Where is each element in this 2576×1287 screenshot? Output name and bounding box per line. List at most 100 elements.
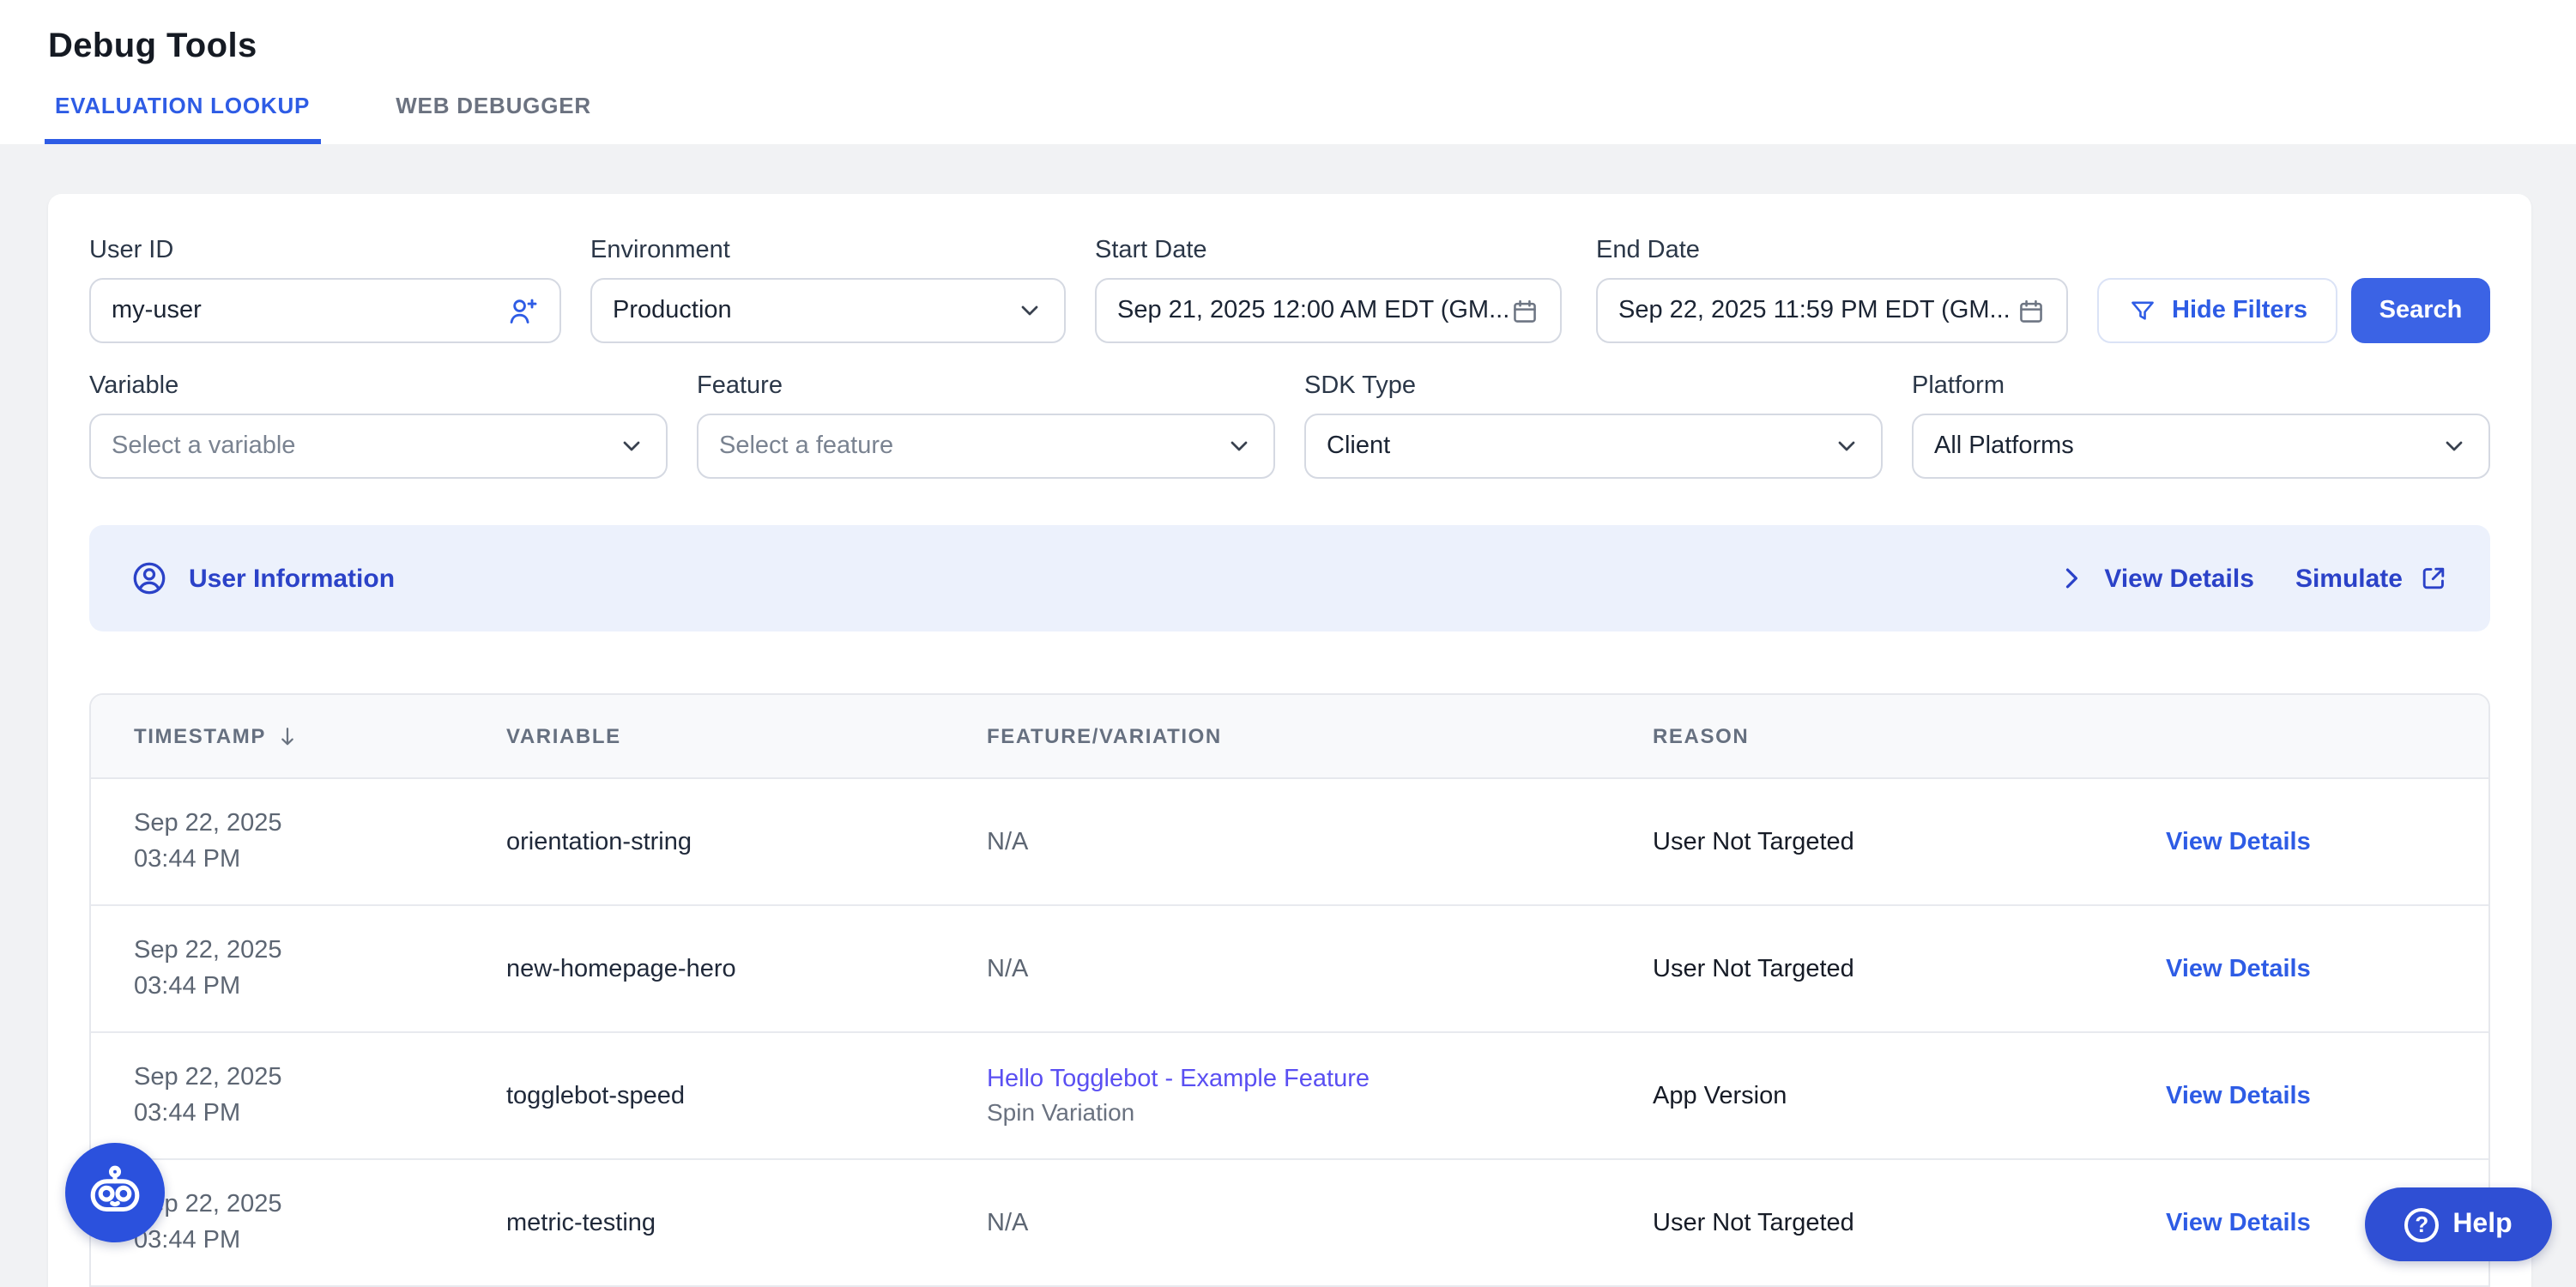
user-information-header: User Information <box>130 559 395 597</box>
feature-label: Feature <box>697 372 1275 400</box>
start-date-input[interactable]: Sep 21, 2025 12:00 AM EDT (GM... <box>1095 278 1562 343</box>
start-date-label: Start Date <box>1095 237 1562 264</box>
user-information-actions: View Details Simulate <box>2056 563 2449 594</box>
sort-desc-icon <box>275 723 300 749</box>
help-button[interactable]: ? Help <box>2365 1187 2552 1261</box>
reason-cell: User Not Targeted <box>1653 955 2166 982</box>
variable-placeholder: Select a variable <box>112 432 618 460</box>
simulate-label: Simulate <box>2295 564 2403 593</box>
variable-cell: metric-testing <box>506 1209 987 1236</box>
sdk-type-value: Client <box>1327 432 1833 460</box>
banner-view-details-link[interactable]: View Details <box>2104 564 2254 593</box>
row-view-details-link[interactable]: View Details <box>2166 828 2488 855</box>
end-date-label: End Date <box>1596 237 2068 264</box>
table-row: Sep 22, 2025 03:44 PM togglebot-speed He… <box>91 1033 2488 1160</box>
feature-cell: N/A <box>987 828 1653 855</box>
environment-label: Environment <box>590 237 1066 264</box>
reason-cell: App Version <box>1653 1082 2166 1109</box>
end-date-input[interactable]: Sep 22, 2025 11:59 PM EDT (GM... <box>1596 278 2068 343</box>
platform-field: Platform All Platforms <box>1912 372 2490 479</box>
filters-row-1: User ID Environment Production <box>89 237 2490 343</box>
user-information-banner: User Information View Details Simulate <box>89 525 2490 631</box>
tab-web-debugger[interactable]: WEB DEBUGGER <box>385 93 602 144</box>
feature-placeholder: Select a feature <box>719 432 1225 460</box>
variable-cell: togglebot-speed <box>506 1082 987 1109</box>
environment-field: Environment Production <box>590 237 1066 343</box>
platform-select[interactable]: All Platforms <box>1912 414 2490 479</box>
user-id-label: User ID <box>89 237 561 264</box>
user-id-input-wrap <box>89 278 561 343</box>
platform-value: All Platforms <box>1934 432 2440 460</box>
chevron-down-icon <box>1016 297 1043 324</box>
tab-bar: EVALUATION LOOKUP WEB DEBUGGER <box>45 93 602 144</box>
end-date-field: End Date Sep 22, 2025 11:59 PM EDT (GM..… <box>1596 237 2068 343</box>
help-label: Help <box>2452 1209 2512 1240</box>
hide-filters-label: Hide Filters <box>2172 297 2307 324</box>
chevron-right-icon[interactable] <box>2056 563 2087 594</box>
variation-label: Spin Variation <box>987 1098 1636 1126</box>
variable-cell: orientation-string <box>506 828 987 855</box>
calendar-icon[interactable] <box>2017 296 2046 325</box>
user-id-input[interactable] <box>112 297 506 324</box>
user-id-field: User ID <box>89 237 561 343</box>
feature-select[interactable]: Select a feature <box>697 414 1275 479</box>
environment-value: Production <box>613 297 1016 324</box>
feature-cell: Hello Togglebot - Example Feature Spin V… <box>987 1066 1653 1126</box>
filters-row-2: Variable Select a variable Feature Selec… <box>89 372 2490 479</box>
variable-cell: new-homepage-hero <box>506 955 987 982</box>
variable-field: Variable Select a variable <box>89 372 668 479</box>
tab-evaluation-lookup[interactable]: EVALUATION LOOKUP <box>45 93 320 144</box>
add-user-icon[interactable] <box>506 294 539 327</box>
timestamp-cell: Sep 22, 2025 03:44 PM <box>91 1060 506 1132</box>
chevron-down-icon <box>1225 432 1253 460</box>
column-header-reason[interactable]: REASON <box>1653 724 2166 748</box>
sdk-type-field: SDK Type Client <box>1304 372 1883 479</box>
sdk-type-select[interactable]: Client <box>1304 414 1883 479</box>
user-circle-icon <box>130 559 168 597</box>
evaluations-table: TIMESTAMP VARIABLE FEATURE/VARIATION REA… <box>89 693 2490 1287</box>
feature-cell: N/A <box>987 955 1653 982</box>
variable-label: Variable <box>89 372 668 400</box>
chevron-down-icon <box>618 432 645 460</box>
column-header-variable[interactable]: VARIABLE <box>506 724 987 748</box>
chevron-down-icon <box>2440 432 2468 460</box>
chevron-down-icon <box>1833 432 1860 460</box>
page-title: Debug Tools <box>48 27 257 67</box>
filter-funnel-icon <box>2127 296 2156 325</box>
table-row: Sep 22, 2025 03:44 PM new-homepage-hero … <box>91 906 2488 1033</box>
reason-cell: User Not Targeted <box>1653 828 2166 855</box>
start-date-value: Sep 21, 2025 12:00 AM EDT (GM... <box>1117 297 1510 324</box>
user-information-title: User Information <box>189 564 395 593</box>
variable-select[interactable]: Select a variable <box>89 414 668 479</box>
debug-tools-page: Debug Tools EVALUATION LOOKUP WEB DEBUGG… <box>0 0 2576 1287</box>
row-view-details-link[interactable]: View Details <box>2166 1082 2488 1109</box>
simulate-link[interactable]: Simulate <box>2295 563 2449 594</box>
column-header-feature-variation[interactable]: FEATURE/VARIATION <box>987 724 1653 748</box>
sdk-type-label: SDK Type <box>1304 372 1883 400</box>
evaluation-lookup-panel: User ID Environment Production <box>48 194 2531 1287</box>
feature-link[interactable]: Hello Togglebot - Example Feature <box>987 1066 1636 1093</box>
togglebot-robot-icon <box>84 1162 146 1224</box>
external-link-icon <box>2418 563 2449 594</box>
feature-field: Feature Select a feature <box>697 372 1275 479</box>
table-header-row: TIMESTAMP VARIABLE FEATURE/VARIATION REA… <box>91 695 2488 779</box>
table-row: Sep 22, 2025 03:44 PM orientation-string… <box>91 779 2488 906</box>
column-header-timestamp[interactable]: TIMESTAMP <box>91 723 506 749</box>
togglebot-assistant-button[interactable] <box>65 1143 165 1242</box>
top-bar: Debug Tools EVALUATION LOOKUP WEB DEBUGG… <box>0 0 2576 144</box>
start-date-field: Start Date Sep 21, 2025 12:00 AM EDT (GM… <box>1095 237 1562 343</box>
reason-cell: User Not Targeted <box>1653 1209 2166 1236</box>
timestamp-cell: Sep 22, 2025 03:44 PM <box>91 806 506 878</box>
table-row: Sep 22, 2025 03:44 PM metric-testing N/A… <box>91 1160 2488 1287</box>
environment-select[interactable]: Production <box>590 278 1066 343</box>
search-button-label: Search <box>2379 297 2463 324</box>
search-button[interactable]: Search <box>2351 278 2490 343</box>
end-date-value: Sep 22, 2025 11:59 PM EDT (GM... <box>1618 297 2017 324</box>
row-view-details-link[interactable]: View Details <box>2166 955 2488 982</box>
timestamp-cell: Sep 22, 2025 03:44 PM <box>91 933 506 1005</box>
help-question-icon: ? <box>2404 1207 2439 1242</box>
feature-cell: N/A <box>987 1209 1653 1236</box>
platform-label: Platform <box>1912 372 2490 400</box>
calendar-icon[interactable] <box>1510 296 1539 325</box>
hide-filters-button[interactable]: Hide Filters <box>2097 278 2337 343</box>
